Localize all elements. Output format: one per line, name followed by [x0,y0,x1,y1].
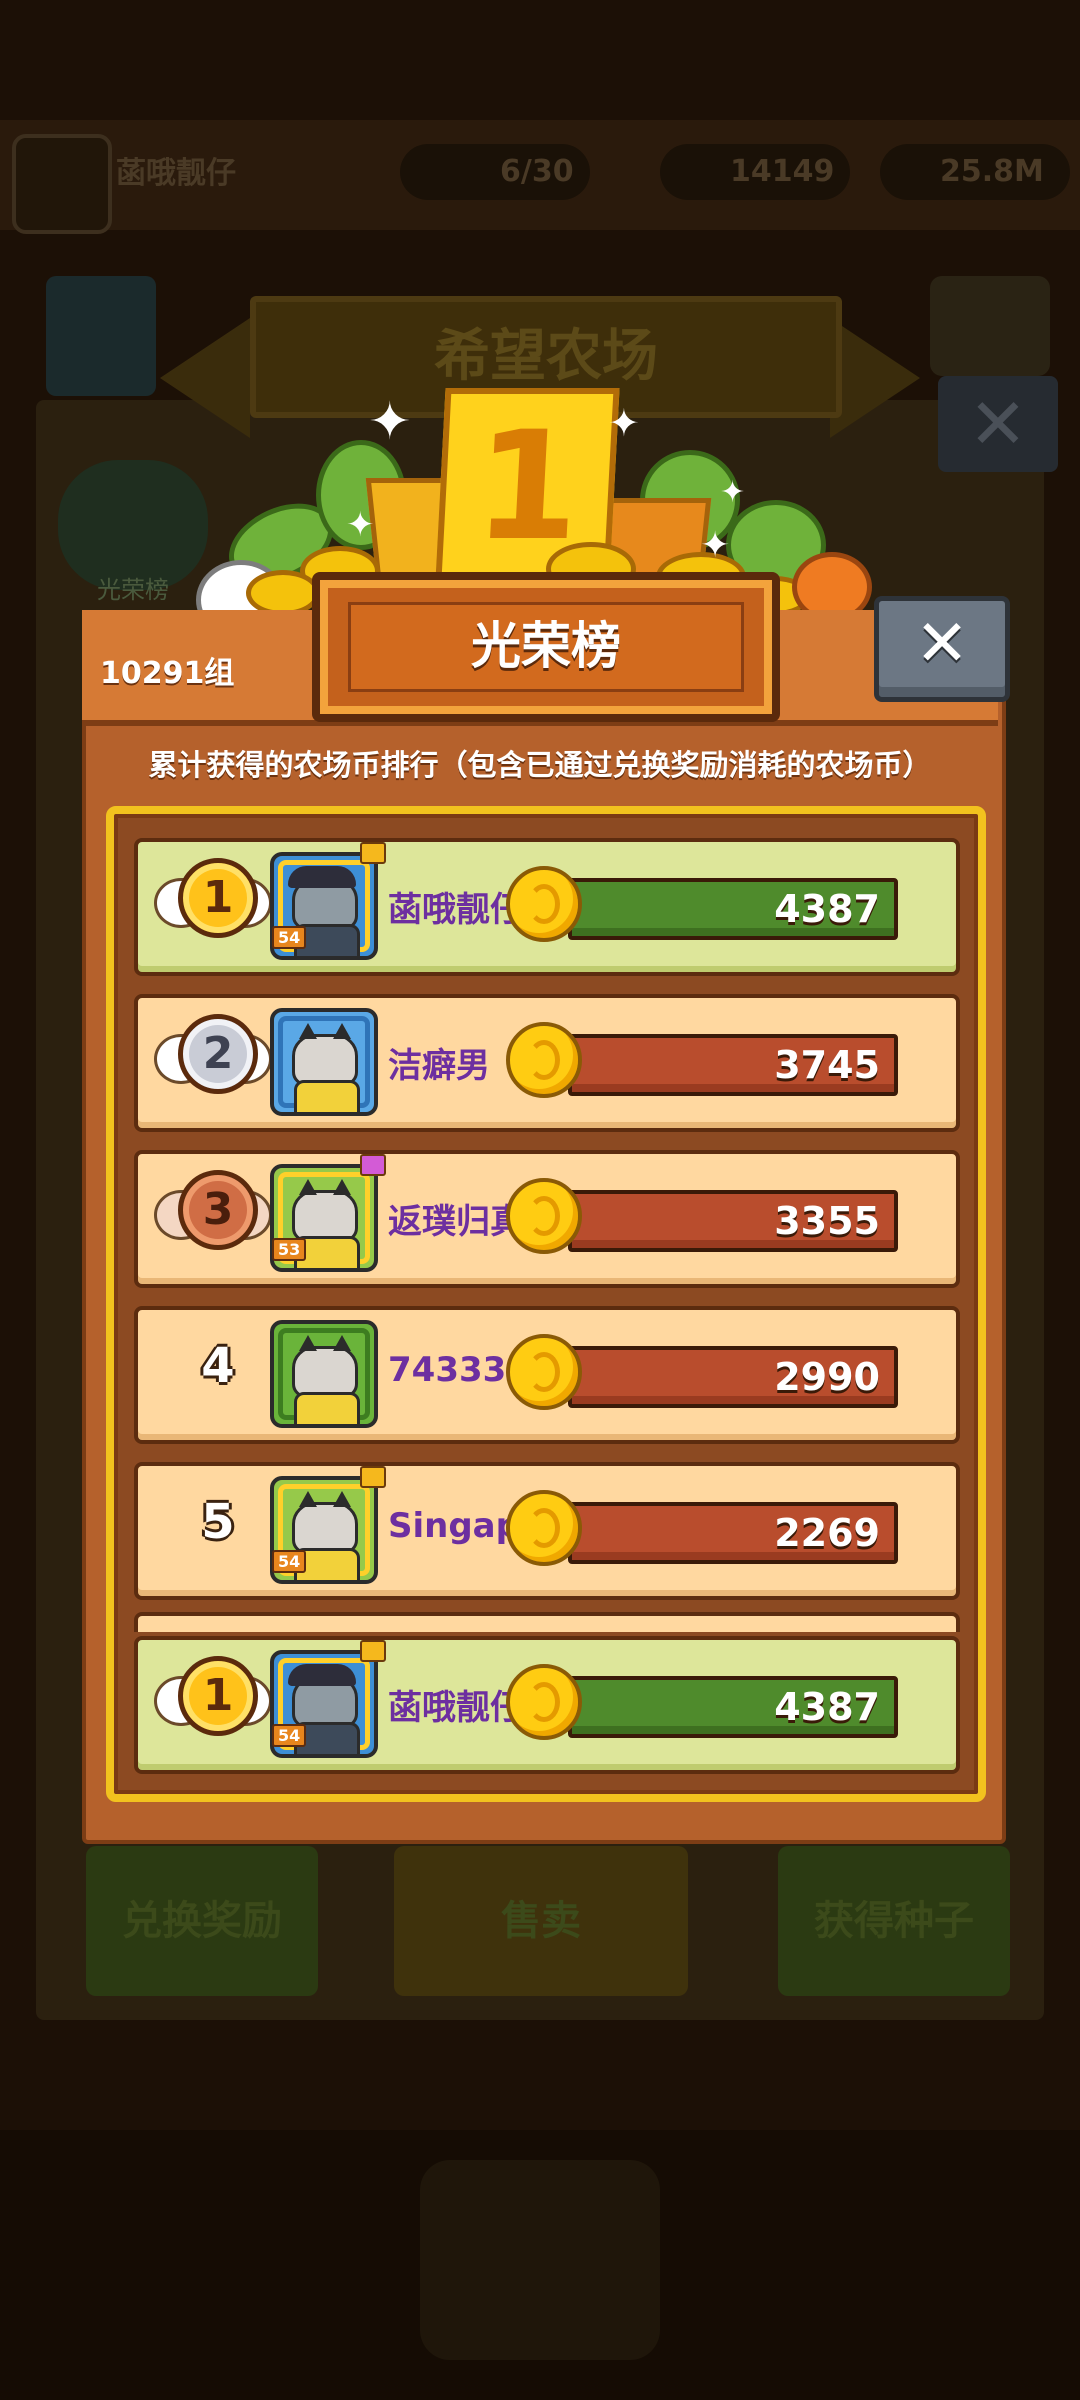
background-exchange-button: 兑换奖励 [86,1846,318,1996]
leaderboard-list[interactable]: 1 54 菡哦靓仔 4387 2 洁癖男 3745 3 53 返璞归真 3355… [106,806,986,1802]
rank-number: 5 [201,1494,235,1550]
background-plots-value: 6/30 [500,154,574,189]
avatar-body [294,1080,360,1112]
score-bar: 2990 [568,1346,898,1408]
background-player-name: 菡哦靓仔 [116,156,236,191]
farm-coin-icon [506,1178,582,1254]
background-sell-button: 售卖 [394,1846,688,1996]
cat-avatar-icon [292,1179,358,1242]
level-badge: 53 [272,1238,307,1261]
crown-icon [360,1640,386,1662]
level-badge: 54 [272,1550,307,1573]
farm-coin-icon [506,866,582,942]
leaderboard-title-banner: 光荣榜 [312,572,780,722]
score-value: 4387 [774,1685,880,1729]
farm-coin-icon [506,1664,582,1740]
score-value: 2990 [774,1355,880,1399]
pirate-hat-icon [288,1664,356,1686]
score-value: 2269 [774,1511,880,1555]
trophy-rank-number: 1 [470,400,585,574]
leaderboard-row[interactable]: 1 54 菡哦靓仔 4387 [134,838,960,976]
cat-avatar-icon [292,1023,358,1086]
background-next-arrow-icon [830,318,920,438]
score-value: 3745 [774,1043,880,1087]
rank-number: 1 [178,1656,258,1736]
rank-number: 3 [178,1170,258,1250]
player-name: 洁癖男 [388,1046,490,1086]
sparkle-icon: ✦ [368,392,412,452]
player-name: 菡哦靓仔 [388,890,524,930]
crown-icon [360,842,386,864]
score-bar: 2269 [568,1502,898,1564]
background-player-avatar [12,134,112,234]
player-avatar[interactable] [270,1008,378,1116]
leaderboard-row[interactable]: 4 743336235 2990 [134,1306,960,1444]
farm-coin-icon [506,1490,582,1566]
background-glory-shortcut: 光荣榜 [58,460,208,604]
rank-number: 1 [178,858,258,938]
bronze-medal-icon: 3 [154,1166,272,1262]
background-menu-icon [46,276,156,396]
sparkle-icon: ✦ [608,401,640,445]
score-value: 3355 [774,1199,880,1243]
score-value: 4387 [774,887,880,931]
badge-icon [360,1154,386,1176]
leaderboard-row[interactable]: 5 54 Singapore 2269 [134,1462,960,1600]
score-bar: 4387 [568,1676,898,1738]
cat-avatar-icon [292,1335,358,1398]
leaderboard-row[interactable]: 3 53 返璞归真 3355 [134,1150,960,1288]
leaderboard-title: 光荣榜 [348,602,744,692]
close-button[interactable]: ✕ [874,596,1010,702]
background-prev-arrow-icon [160,318,250,438]
sparkle-icon: ✦ [720,475,746,510]
level-badge: 54 [272,926,307,949]
silver-medal-icon: 2 [154,1010,272,1106]
background-shield-icon [930,276,1050,376]
rank-number: 2 [178,1014,258,1094]
player-name: 菡哦靓仔 [388,1688,524,1728]
leaderboard-row[interactable]: 2 洁癖男 3745 [134,994,960,1132]
leaderboard-subtitle: 累计获得的农场币排行（包含已通过兑换奖励消耗的农场币） [148,748,932,782]
crown-icon [360,1466,386,1488]
farm-coin-icon [506,1334,582,1410]
background-seeds-value: 25.8M [940,154,1044,189]
gold-medal-icon: 1 [154,1652,272,1748]
gold-medal-icon: 1 [154,854,272,950]
score-bar: 3355 [568,1190,898,1252]
my-rank-row[interactable]: 1 54 菡哦靓仔 4387 [134,1636,960,1774]
sparkle-icon: ✦ [346,505,375,545]
player-name: 返璞归真 [388,1202,524,1242]
level-badge: 54 [272,1724,307,1747]
cat-avatar-icon [292,1491,358,1554]
sparkle-icon: ✦ [700,525,731,566]
background-close-icon: ✕ [938,376,1058,472]
avatar-body [294,1392,360,1424]
score-bar: 4387 [568,878,898,940]
background-get-seeds-button: 获得种子 [778,1846,1010,1996]
score-bar: 3745 [568,1034,898,1096]
background-nav-center-icon [420,2160,660,2360]
background-coins-value: 14149 [730,154,835,189]
group-label: 10291组 [100,656,235,691]
pirate-hat-icon [288,866,356,888]
player-avatar[interactable] [270,1320,378,1428]
background-top-bar: 菡哦靓仔 6/30 14149 25.8M [0,120,1080,234]
next-row-peek [134,1612,960,1632]
farm-coin-icon [506,1022,582,1098]
rank-number: 4 [201,1338,235,1394]
